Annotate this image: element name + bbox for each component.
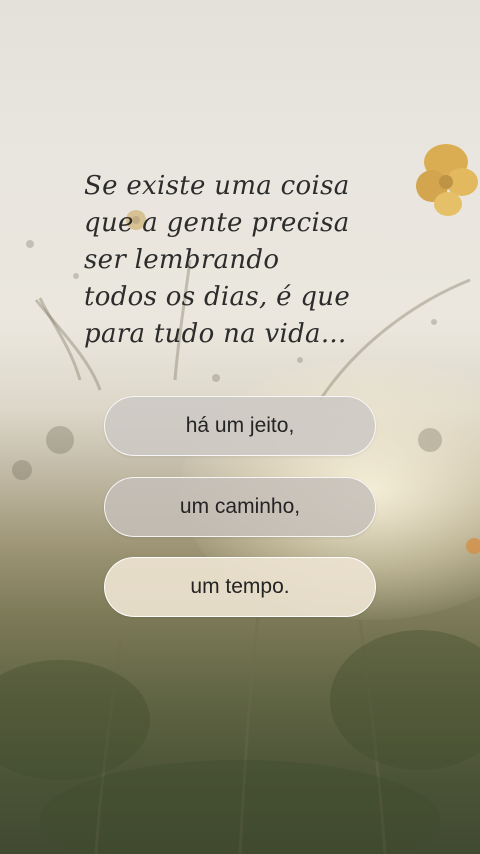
seed-dot [212, 374, 220, 382]
quote-line: que a gente precisa [84, 208, 350, 238]
quote-line: Se existe uma coisa [84, 171, 350, 201]
quote-line: todos os dias, é que [84, 282, 351, 312]
yellow-cosmos-flower-icon [416, 144, 478, 216]
quote-text: Se existe uma coisa que a gente precisa … [84, 168, 414, 353]
bokeh-blob [46, 426, 74, 454]
grass-stem [38, 297, 82, 381]
quote-line: ser lembrando [84, 245, 280, 275]
seed-dot [73, 273, 79, 279]
option-button-um-caminho[interactable]: um caminho, [104, 477, 376, 537]
option-label: um tempo. [190, 575, 290, 598]
bokeh-blob [418, 428, 442, 452]
option-label: há um jeito, [185, 414, 295, 437]
foliage-blur [0, 660, 150, 780]
option-label: um caminho, [179, 495, 301, 518]
seed-dot [297, 357, 303, 363]
option-button-um-tempo[interactable]: um tempo. [104, 557, 376, 617]
foliage-blur [40, 760, 440, 854]
bokeh-blob [12, 460, 32, 480]
foliage-blur [330, 630, 480, 770]
seed-dot [26, 240, 34, 248]
quote-line: para tudo na vida... [84, 319, 347, 349]
seed-dot [431, 319, 437, 325]
option-button-ha-um-jeito[interactable]: há um jeito, [104, 396, 376, 456]
orange-flower-blur [466, 538, 480, 554]
